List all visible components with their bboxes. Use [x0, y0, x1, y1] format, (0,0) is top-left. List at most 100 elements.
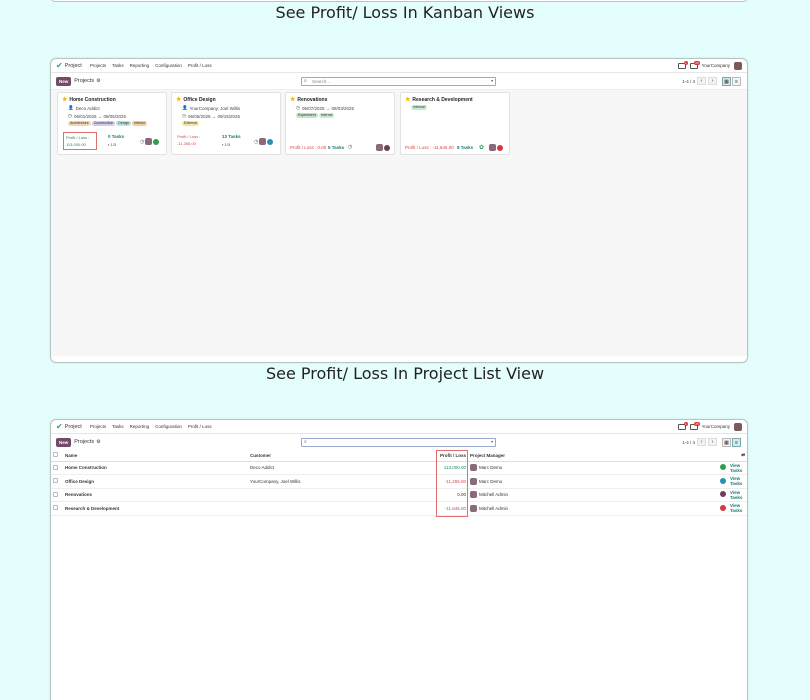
kanban-view-icon[interactable]: ▦ [722, 76, 731, 86]
next-page-icon[interactable]: › [708, 77, 717, 85]
pager-value[interactable]: 1-4 / 4 [682, 79, 695, 84]
table-row[interactable]: Research & Development -11,645.00 Mitche… [51, 501, 747, 516]
status-dot[interactable] [720, 464, 726, 471]
search-input[interactable]: ⌕ ▾ [301, 437, 496, 447]
list-view-icon[interactable]: ≡ [732, 76, 741, 86]
header-profit-loss[interactable]: Profit / Loss [436, 450, 468, 462]
status-dot[interactable] [720, 504, 726, 511]
favorite-star-icon[interactable]: ★ [62, 96, 67, 103]
prev-page-icon[interactable]: ‹ [697, 438, 706, 446]
chat-icon[interactable]: 1 [677, 421, 688, 430]
favorite-star-icon[interactable]: ★ [405, 96, 410, 103]
row-checkbox[interactable] [53, 478, 58, 484]
user-avatar[interactable] [734, 422, 742, 431]
kanban-card[interactable]: ★ Office Design 👤 YourCompany, Joel Willis… [171, 92, 281, 155]
project-app-icon: ✔ [56, 421, 63, 431]
kanban-card[interactable]: ★ Renovations ◷ 06/07/2025 → 08/03/2025 Ex… [285, 92, 395, 155]
menu-profit-loss[interactable]: Profit / Loss [188, 424, 212, 429]
menu-reporting[interactable]: Reporting [130, 424, 150, 429]
row-checkbox[interactable] [53, 505, 58, 511]
row-checkbox[interactable] [53, 464, 58, 470]
view-switcher: ▦ ≡ [722, 76, 741, 86]
header-status [618, 450, 728, 462]
tasks-count[interactable]: 13 Tasks [222, 134, 241, 139]
menu-configuration[interactable]: Configuration [155, 63, 182, 68]
kanban-card[interactable]: ★ Home Construction 👤 Deco Addict ◷ 06/01/2… [57, 92, 167, 155]
view-tasks-button[interactable]: View Tasks [728, 501, 747, 516]
view-tasks-button[interactable]: View Tasks [728, 461, 747, 475]
table-row[interactable]: Home Construction Deco Addict 113,000.00… [51, 461, 747, 475]
tasks-count[interactable]: 0 Tasks [108, 134, 124, 139]
company-switcher[interactable]: YourCompany [702, 63, 730, 68]
activity-icon[interactable]: ✿ [479, 144, 484, 151]
tasks-count[interactable]: 8 Tasks [457, 145, 473, 150]
row-checkbox[interactable] [53, 491, 58, 497]
gear-icon[interactable]: ⚙ [96, 78, 100, 84]
tag: Construction [91, 121, 116, 126]
row-project-manager: Mitchell Admin [479, 505, 509, 511]
status-dot[interactable] [720, 491, 726, 498]
app-brand[interactable]: ✔ Project [56, 421, 82, 431]
menu-configuration[interactable]: Configuration [155, 424, 182, 429]
chat-icon[interactable]: 1 [677, 60, 688, 69]
search-dropdown-icon[interactable]: ▾ [491, 439, 493, 444]
row-name: Office Design [63, 474, 248, 489]
table-row[interactable]: Office Design YourCompany, Joel Willis -… [51, 474, 747, 489]
view-tasks-button[interactable]: View Tasks [728, 488, 747, 502]
header-customer[interactable]: Customer [248, 450, 436, 462]
kanban-board: ★ Home Construction 👤 Deco Addict ◷ 06/01/2… [51, 89, 747, 356]
new-button[interactable]: New [56, 76, 72, 86]
tag: Interior [132, 121, 148, 126]
favorite-star-icon[interactable]: ★ [290, 96, 295, 103]
activity-badge: 25 [694, 60, 700, 65]
favorite-star-icon[interactable]: ★ [176, 96, 181, 103]
list-view-icon[interactable]: ≡ [732, 437, 741, 447]
kanban-card[interactable]: ★ Research & Development Internal Profit … [400, 92, 510, 155]
project-app-icon: ✔ [56, 60, 63, 70]
menu-reporting[interactable]: Reporting [130, 63, 150, 68]
row-profit-loss: 113,000.00 [436, 461, 468, 475]
kanban-view-icon[interactable]: ▦ [722, 437, 731, 447]
app-name: Project [64, 62, 82, 69]
pager-value[interactable]: 1-4 / 4 [682, 440, 695, 445]
select-all-checkbox[interactable] [53, 452, 58, 458]
status-dot[interactable] [720, 477, 726, 484]
activity-icon[interactable]: 25 [689, 421, 700, 430]
header-name[interactable]: Name [63, 450, 248, 462]
new-button[interactable]: New [56, 437, 72, 447]
search-input[interactable]: ⌕ Search... ▾ [301, 76, 496, 86]
card-tags: Internal [405, 105, 505, 110]
card-dates: 06/01/2025 → 08/05/2025 [73, 113, 126, 119]
gear-icon[interactable]: ⚙ [96, 439, 100, 445]
company-switcher[interactable]: YourCompany [702, 424, 730, 429]
subtasks-count: ▪ 1/3 [108, 142, 117, 147]
menu-tasks[interactable]: Tasks [112, 424, 124, 429]
menu-projects[interactable]: Projects [90, 424, 106, 429]
table-row[interactable]: Renovations 0.00 Mitchell Admin View Tas… [51, 488, 747, 502]
navbar: ✔ Project Projects Tasks Reporting Confi… [51, 59, 747, 73]
status-dot[interactable] [384, 144, 390, 151]
menu-profit-loss[interactable]: Profit / Loss [188, 63, 212, 68]
profit-loss-highlight: Profit / Loss : 113,000.00 [63, 132, 97, 150]
activity-clock-icon[interactable]: ◷ [348, 144, 352, 150]
column-settings-icon[interactable]: ⇄ [728, 450, 747, 462]
app-brand[interactable]: ✔ Project [56, 60, 82, 70]
list-screenshot: ✔ Project Projects Tasks Reporting Confi… [50, 419, 748, 700]
header-project-manager[interactable]: Project Manager [468, 450, 618, 462]
menu-tasks[interactable]: Tasks [112, 63, 124, 68]
prev-page-icon[interactable]: ‹ [697, 77, 706, 85]
tasks-count[interactable]: 5 Tasks [328, 145, 344, 150]
status-dot[interactable] [497, 144, 504, 151]
card-icons: ◷ [140, 138, 160, 145]
activity-clock-icon[interactable]: ◷ [140, 139, 144, 145]
status-dot[interactable] [267, 138, 274, 145]
view-tasks-button[interactable]: View Tasks [728, 474, 747, 489]
activity-icon[interactable]: 25 [689, 60, 700, 69]
search-dropdown-icon[interactable]: ▾ [491, 78, 493, 83]
menu-projects[interactable]: Projects [90, 63, 106, 68]
card-dates: 06/05/2025 → 09/15/2025 [187, 113, 240, 119]
next-page-icon[interactable]: › [708, 438, 717, 446]
user-avatar[interactable] [734, 61, 742, 70]
activity-clock-icon[interactable]: ◷ [254, 139, 258, 145]
status-dot[interactable] [153, 138, 160, 145]
